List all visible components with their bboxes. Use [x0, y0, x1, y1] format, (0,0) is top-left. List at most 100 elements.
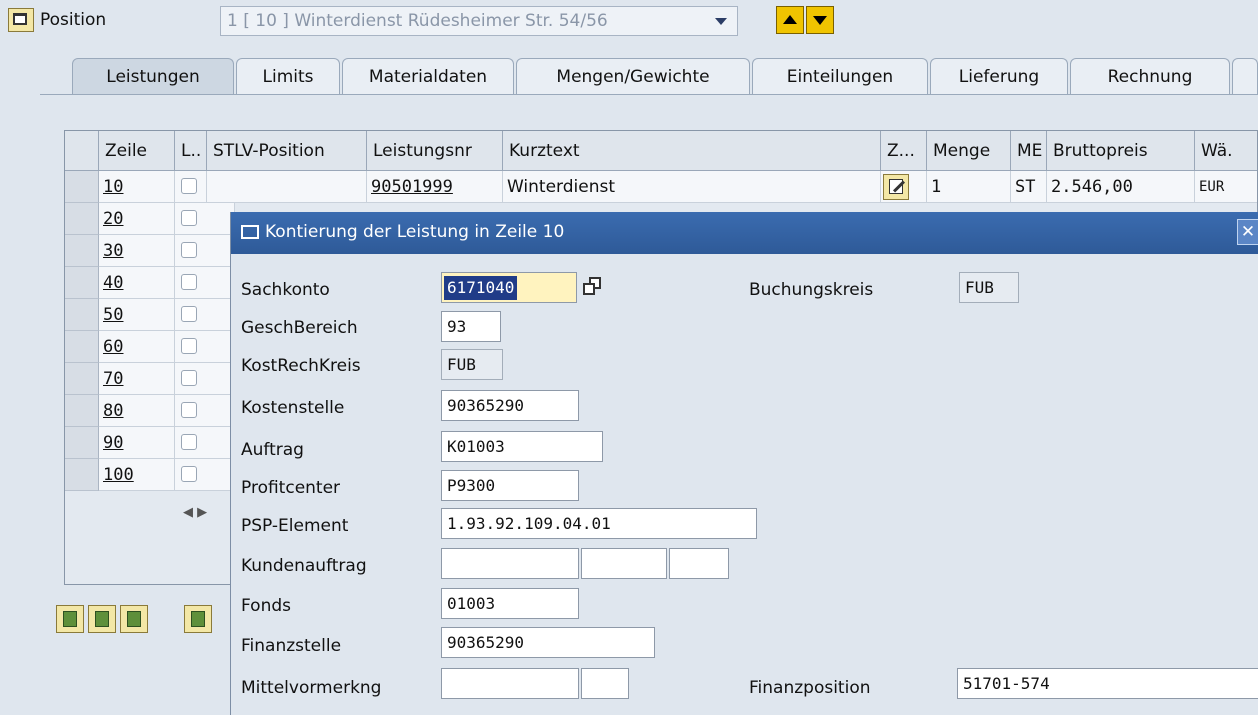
- tab-leistungen[interactable]: Leistungen: [72, 58, 234, 94]
- row-selector[interactable]: [65, 427, 99, 459]
- kundenauftrag-label: Kundenauftrag: [241, 556, 367, 576]
- kundenauftrag-position-field[interactable]: [581, 548, 667, 579]
- select-all-header[interactable]: [65, 131, 99, 171]
- table-row-zeile[interactable]: 40: [99, 267, 175, 299]
- psp-element-label: PSP-Element: [241, 516, 349, 536]
- table-row-zeile[interactable]: 10: [99, 171, 175, 203]
- geschbereich-label: GeschBereich: [241, 318, 358, 338]
- previous-position-button[interactable]: [776, 6, 804, 34]
- col-z[interactable]: Z...: [881, 131, 927, 171]
- finanzstelle-field[interactable]: 90365290: [441, 627, 655, 658]
- row-selector[interactable]: [65, 395, 99, 427]
- profitcenter-field[interactable]: P9300: [441, 470, 579, 501]
- table-row-zeile[interactable]: 100: [99, 459, 175, 491]
- row-selector[interactable]: [65, 203, 99, 235]
- row-selector[interactable]: [65, 363, 99, 395]
- chevron-down-icon: [715, 18, 727, 25]
- tab-einteilungen[interactable]: Einteilungen: [752, 58, 928, 94]
- insert-row-button[interactable]: [184, 605, 212, 633]
- row-checkbox[interactable]: [181, 210, 197, 226]
- kundenauftrag-einteilung-field[interactable]: [669, 548, 729, 579]
- dialog-titlebar[interactable]: Kontierung der Leistung in Zeile 10 ✕: [231, 212, 1258, 254]
- geschbereich-field[interactable]: 93: [441, 311, 501, 342]
- profitcenter-label: Profitcenter: [241, 478, 341, 498]
- position-select[interactable]: 1 [ 10 ] Winterdienst Rüdesheimer Str. 5…: [220, 6, 738, 36]
- tab-lieferung[interactable]: Lieferung: [930, 58, 1068, 94]
- table-row-menge[interactable]: 1: [927, 171, 1011, 203]
- auftrag-field[interactable]: K01003: [441, 431, 603, 462]
- row-checkbox[interactable]: [181, 402, 197, 418]
- row-selector[interactable]: [65, 459, 99, 491]
- row-checkbox[interactable]: [181, 274, 197, 290]
- col-zeile[interactable]: Zeile: [99, 131, 175, 171]
- row-checkbox[interactable]: [181, 306, 197, 322]
- row-selector[interactable]: [65, 235, 99, 267]
- window-icon: [241, 225, 259, 239]
- col-bruttopreis[interactable]: Bruttopreis: [1047, 131, 1195, 171]
- table-row-checkbox-cell: [175, 171, 207, 203]
- mittelvormerkng-position-field[interactable]: [581, 668, 629, 699]
- mittelvormerkng-field[interactable]: [441, 668, 579, 699]
- copy-icon[interactable]: [583, 277, 603, 297]
- table-row-kurztext[interactable]: Winterdienst: [503, 171, 881, 203]
- psp-element-field[interactable]: 1.93.92.109.04.01: [441, 508, 757, 539]
- col-stlv-position[interactable]: STLV-Position: [207, 131, 367, 171]
- row-checkbox[interactable]: [181, 466, 197, 482]
- auftrag-label: Auftrag: [241, 440, 304, 460]
- row-checkbox[interactable]: [181, 338, 197, 354]
- deselect-all-button[interactable]: [120, 605, 148, 633]
- table-row-zeile[interactable]: 60: [99, 331, 175, 363]
- close-icon[interactable]: ✕: [1237, 219, 1258, 245]
- table-row-checkbox-cell: [175, 395, 235, 427]
- kundenauftrag-field[interactable]: [441, 548, 579, 579]
- row-selector[interactable]: [65, 331, 99, 363]
- next-position-button[interactable]: [806, 6, 834, 34]
- tab-mengen-gewichte[interactable]: Mengen/Gewichte: [516, 58, 750, 94]
- table-row-checkbox-cell: [175, 331, 235, 363]
- position-icon[interactable]: [8, 8, 34, 32]
- row-selector[interactable]: [65, 299, 99, 331]
- col-leistungsnr[interactable]: Leistungsnr: [367, 131, 503, 171]
- details-button[interactable]: [56, 605, 84, 633]
- table-row-zeile[interactable]: 90: [99, 427, 175, 459]
- col-kurztext[interactable]: Kurztext: [503, 131, 881, 171]
- table-row-stlv[interactable]: [207, 171, 367, 203]
- col-me[interactable]: ME: [1011, 131, 1047, 171]
- row-checkbox[interactable]: [181, 242, 197, 258]
- finanzposition-field[interactable]: 51701-574: [957, 668, 1258, 699]
- table-row-z: [881, 171, 927, 203]
- select-all-button[interactable]: [88, 605, 116, 633]
- table-row-zeile[interactable]: 80: [99, 395, 175, 427]
- col-l[interactable]: L..: [175, 131, 207, 171]
- kostenstelle-field[interactable]: 90365290: [441, 390, 579, 421]
- row-selector[interactable]: [65, 267, 99, 299]
- table-row-waehrung[interactable]: EUR: [1195, 171, 1257, 203]
- fonds-field[interactable]: 01003: [441, 588, 579, 619]
- col-waehrung[interactable]: Wä.: [1195, 131, 1257, 171]
- finanzstelle-label: Finanzstelle: [241, 636, 342, 656]
- sachkonto-field[interactable]: 6171040: [441, 272, 577, 303]
- edit-text-icon[interactable]: [883, 174, 909, 200]
- tab-limits[interactable]: Limits: [236, 58, 340, 94]
- table-row-leistungsnr[interactable]: 90501999: [367, 171, 503, 203]
- horizontal-scroll-arrows[interactable]: ◀ ▶: [183, 501, 233, 525]
- row-checkbox[interactable]: [181, 434, 197, 450]
- table-row-zeile[interactable]: 50: [99, 299, 175, 331]
- table-row-checkbox-cell: [175, 235, 235, 267]
- sachkonto-label: Sachkonto: [241, 280, 330, 300]
- tab-materialdaten[interactable]: Materialdaten: [342, 58, 514, 94]
- tab-rechnung[interactable]: Rechnung: [1070, 58, 1230, 94]
- table-row-me[interactable]: ST: [1011, 171, 1047, 203]
- col-menge[interactable]: Menge: [927, 131, 1011, 171]
- table-row-zeile[interactable]: 30: [99, 235, 175, 267]
- table-row-zeile[interactable]: 70: [99, 363, 175, 395]
- row-checkbox[interactable]: [181, 178, 197, 194]
- table-row-checkbox-cell: [175, 459, 235, 491]
- row-selector[interactable]: [65, 171, 99, 203]
- row-checkbox[interactable]: [181, 370, 197, 386]
- finanzposition-label: Finanzposition: [749, 678, 871, 698]
- kostrechkreis-field: FUB: [441, 349, 503, 380]
- table-row-bruttopreis[interactable]: 2.546,00: [1047, 171, 1195, 203]
- table-row-zeile[interactable]: 20: [99, 203, 175, 235]
- tab-more[interactable]: [1232, 58, 1258, 94]
